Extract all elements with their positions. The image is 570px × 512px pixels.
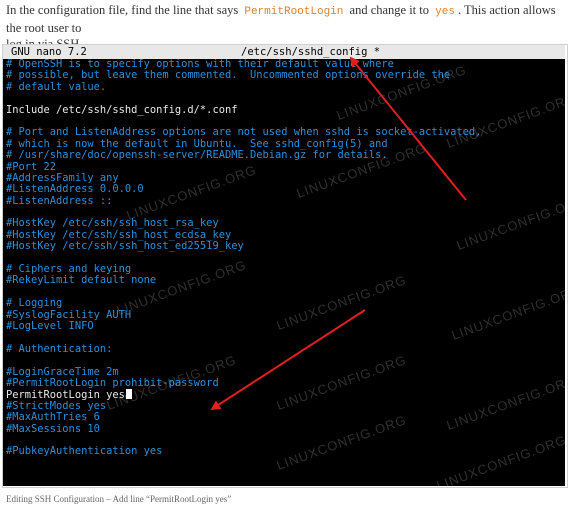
editor-line-text: # possible, but leave them commented. Un… bbox=[6, 69, 451, 82]
editor-line-text: #AddressFamily any bbox=[6, 171, 119, 184]
editor-line-text: #ListenAddress 0.0.0.0 bbox=[6, 183, 144, 196]
editor-line[interactable]: Include /etc/ssh/sshd_config.d/*.conf bbox=[3, 103, 565, 116]
editor-line[interactable]: #MaxSessions 10 bbox=[3, 422, 565, 435]
editor-line[interactable]: #PubkeyAuthentication yes bbox=[3, 446, 565, 457]
editor-line[interactable]: # default value. bbox=[3, 80, 565, 93]
intro-text-1: In the configuration file, find the line… bbox=[6, 3, 239, 17]
editor-line-text: #SyslogFacility AUTH bbox=[6, 308, 132, 321]
editor-line-text: Include /etc/ssh/sshd_config.d/*.conf bbox=[6, 103, 238, 116]
editor-line-text: #PubkeyAuthentication yes bbox=[6, 445, 163, 458]
editor-line[interactable]: # Authentication: bbox=[3, 342, 565, 355]
editor-line-text: #RekeyLimit default none bbox=[6, 274, 157, 287]
editor-line[interactable]: #PermitRootLogin prohibit-password bbox=[3, 376, 565, 389]
editor-line-text: # OpenSSH is to specify options with the… bbox=[6, 58, 394, 70]
editor-area[interactable]: # OpenSSH is to specify options with the… bbox=[3, 58, 565, 486]
editor-line-text: #MaxAuthTries 6 bbox=[6, 411, 100, 424]
editor-line-text: # Logging bbox=[6, 297, 63, 310]
editor-line-text: # which is now the default in Ubuntu. Se… bbox=[6, 137, 388, 150]
intro-text-2: and change it to bbox=[349, 3, 430, 17]
editor-line-text: # default value. bbox=[6, 80, 107, 93]
editor-line-text: # Port and ListenAddress options are not… bbox=[6, 126, 482, 139]
nano-titlebar: GNU nano 7.2 /etc/ssh/sshd_config * bbox=[3, 45, 565, 59]
editor-line-text: #Port 22 bbox=[6, 160, 57, 173]
editor-line-text: # Ciphers and keying bbox=[6, 263, 132, 276]
nano-app-label: GNU nano 7.2 bbox=[11, 46, 87, 58]
editor-line[interactable] bbox=[3, 287, 565, 298]
terminal-window[interactable]: GNU nano 7.2 /etc/ssh/sshd_config * # Op… bbox=[3, 45, 565, 486]
text-cursor bbox=[125, 389, 132, 400]
editor-line-text: #StrictModes yes bbox=[6, 399, 107, 412]
editor-line-text: #LoginGraceTime 2m bbox=[6, 365, 119, 378]
editor-line-text: #HostKey /etc/ssh/ssh_host_ed25519_key bbox=[6, 240, 244, 253]
editor-line[interactable]: #HostKey /etc/ssh/ssh_host_ed25519_key bbox=[3, 241, 565, 252]
editor-line-text: #ListenAddress :: bbox=[6, 194, 113, 207]
editor-line[interactable]: # /usr/share/doc/openssh-server/README.D… bbox=[3, 149, 565, 162]
editor-line[interactable]: #LogLevel INFO bbox=[3, 319, 565, 332]
editor-line-text: #HostKey /etc/ssh/ssh_host_rsa_key bbox=[6, 217, 219, 230]
editor-line-text: #PermitRootLogin prohibit-password bbox=[6, 376, 219, 389]
editor-line[interactable]: #ListenAddress :: bbox=[3, 194, 565, 207]
editor-line[interactable]: #RekeyLimit default none bbox=[3, 275, 565, 286]
figure-caption: Editing SSH Configuration – Add line “Pe… bbox=[6, 494, 232, 504]
inline-code-permitrootlogin: PermitRootLogin bbox=[244, 6, 344, 18]
editor-line-text: #HostKey /etc/ssh/ssh_host_ecdsa_key bbox=[6, 228, 232, 241]
nano-file-title: /etc/ssh/sshd_config * bbox=[241, 46, 381, 58]
editor-line-text: #LogLevel INFO bbox=[6, 319, 94, 332]
editor-line-text: #MaxSessions 10 bbox=[6, 422, 100, 435]
inline-code-yes: yes bbox=[435, 6, 455, 18]
editor-line-text: # /usr/share/doc/openssh-server/README.D… bbox=[6, 149, 388, 162]
editor-line-text: # Authentication: bbox=[6, 342, 113, 355]
